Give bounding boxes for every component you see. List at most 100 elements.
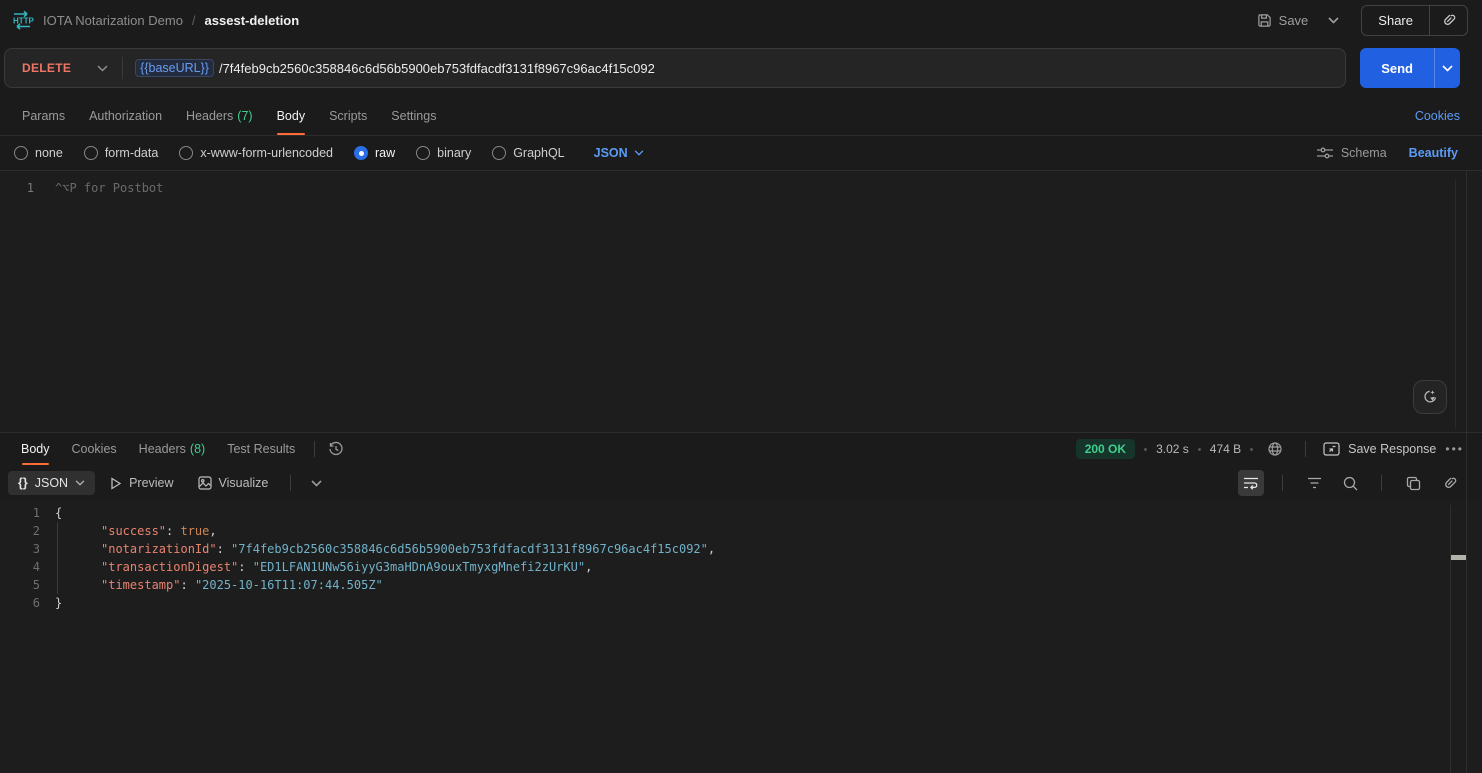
preview-button[interactable]: Preview	[99, 471, 183, 495]
mode-graphql[interactable]: GraphQL	[492, 146, 564, 160]
save-label: Save	[1279, 13, 1309, 28]
response-tab-headers[interactable]: Headers(8)	[128, 433, 217, 465]
search-button[interactable]	[1337, 470, 1363, 496]
tab-authorization[interactable]: Authorization	[77, 96, 174, 135]
url-input[interactable]: {{baseURL}} /7f4feb9cb2560c358846c6d56b5…	[123, 59, 667, 77]
tab-params[interactable]: Params	[10, 96, 77, 135]
mode-x-www-form-urlencoded[interactable]: x-www-form-urlencoded	[179, 146, 333, 160]
mode-form-data[interactable]: form-data	[84, 146, 159, 160]
braces-icon: {}	[18, 476, 28, 490]
active-tab-underline	[277, 133, 306, 135]
response-scrollbar-track	[1450, 505, 1451, 773]
response-code-actions	[1238, 470, 1462, 496]
play-icon	[109, 477, 122, 490]
response-view-switcher: {} JSON Preview Visualize	[8, 470, 329, 496]
code-line-5: 5 "timestamp": "2025-10-16T11:07:44.505Z…	[0, 576, 1482, 594]
send-options-chevron[interactable]	[1434, 48, 1460, 88]
line-number: 6	[0, 594, 40, 612]
copy-button[interactable]	[1400, 470, 1426, 496]
editor-line: 1 ^⌥P for Postbot	[0, 171, 1482, 197]
http-request-icon: HTTP	[10, 10, 34, 30]
request-url-row: DELETE {{baseURL}} /7f4feb9cb2560c358846…	[0, 40, 1482, 96]
mode-binary[interactable]: binary	[416, 146, 471, 160]
link-button[interactable]	[1436, 470, 1462, 496]
postbot-button[interactable]	[1413, 380, 1447, 414]
chevron-down-icon	[75, 480, 85, 486]
code-line-1: 1 {	[0, 504, 1482, 522]
response-tab-cookies[interactable]: Cookies	[61, 433, 128, 465]
copy-icon	[1406, 476, 1421, 491]
mode-raw[interactable]: raw	[354, 146, 395, 160]
top-actions: Save Share	[1249, 5, 1468, 36]
divider	[1381, 475, 1382, 491]
response-tabs: Body Cookies Headers(8) Test Results	[10, 433, 349, 465]
schema-button[interactable]: Schema	[1317, 146, 1387, 160]
headers-count: (7)	[237, 109, 252, 123]
save-response-icon	[1323, 442, 1340, 456]
mode-none[interactable]: none	[14, 146, 63, 160]
save-button[interactable]: Save	[1249, 7, 1317, 34]
response-format-dropdown[interactable]: {} JSON	[8, 471, 95, 495]
request-tabs: Params Authorization Headers(7) Body Scr…	[10, 96, 448, 135]
visualize-button[interactable]: Visualize	[188, 471, 279, 495]
response-scrollbar-thumb[interactable]	[1451, 555, 1466, 560]
copy-link-icon[interactable]	[1430, 6, 1467, 35]
top-bar: HTTP IOTA Notarization Demo / assest-del…	[0, 0, 1482, 40]
response-size[interactable]: 474 B	[1210, 442, 1241, 456]
save-options-chevron[interactable]	[1320, 11, 1347, 30]
request-url-bar: DELETE {{baseURL}} /7f4feb9cb2560c358846…	[4, 48, 1346, 88]
active-tab-underline	[22, 463, 49, 465]
separator-dot	[1250, 448, 1253, 451]
status-badge[interactable]: 200 OK	[1076, 439, 1135, 459]
modes-right-actions: Schema Beautify	[1317, 146, 1458, 160]
method-label: DELETE	[22, 61, 71, 75]
network-globe-button[interactable]	[1262, 436, 1288, 462]
view-options-chevron[interactable]	[303, 470, 329, 496]
divider	[1282, 475, 1283, 491]
response-history-button[interactable]	[323, 436, 349, 462]
response-tab-test-results[interactable]: Test Results	[216, 433, 306, 465]
share-button[interactable]: Share	[1362, 6, 1429, 35]
tab-settings[interactable]: Settings	[379, 96, 448, 135]
chevron-down-icon	[311, 480, 322, 487]
code-line-2: 2 "success": true,	[0, 522, 1482, 540]
filter-button[interactable]	[1301, 470, 1327, 496]
tab-scripts[interactable]: Scripts	[317, 96, 379, 135]
word-wrap-button[interactable]	[1238, 470, 1264, 496]
response-tab-body[interactable]: Body	[10, 433, 61, 465]
divider	[314, 441, 315, 457]
send-button[interactable]: Send	[1360, 48, 1434, 88]
divider	[1305, 441, 1306, 457]
base-url-variable[interactable]: {{baseURL}}	[135, 59, 214, 77]
language-selector[interactable]: JSON	[594, 146, 644, 160]
request-body-editor[interactable]: 1 ^⌥P for Postbot	[0, 170, 1482, 432]
save-response-button[interactable]: Save Response	[1323, 442, 1436, 456]
more-options-button[interactable]: •••	[1445, 442, 1464, 456]
svg-text:HTTP: HTTP	[13, 17, 34, 26]
search-icon	[1343, 476, 1358, 491]
line-number: 3	[0, 540, 40, 558]
save-icon	[1257, 13, 1272, 28]
cookies-link[interactable]: Cookies	[1415, 109, 1460, 123]
beautify-button[interactable]: Beautify	[1409, 146, 1458, 160]
response-meta: 200 OK 3.02 s 474 B Save Response •••	[1076, 436, 1464, 462]
image-icon	[198, 476, 212, 490]
globe-icon	[1267, 441, 1283, 457]
breadcrumb-separator: /	[192, 13, 196, 28]
panel-right-edge	[1466, 170, 1467, 773]
response-body-viewer[interactable]: 1 { 2 "success": true, 3 "notarizationId…	[0, 501, 1482, 773]
paperclip-icon	[1442, 476, 1457, 491]
radio-icon	[84, 146, 98, 160]
postbot-hint-ghost-text: ^⌥P for Postbot	[55, 179, 163, 197]
method-selector[interactable]: DELETE	[5, 61, 122, 75]
tab-headers[interactable]: Headers(7)	[174, 96, 265, 135]
history-clock-icon	[328, 441, 344, 457]
code-line-3: 3 "notarizationId": "7f4feb9cb2560c35884…	[0, 540, 1482, 558]
tab-body[interactable]: Body	[265, 96, 318, 135]
breadcrumb-collection[interactable]: IOTA Notarization Demo	[43, 13, 183, 28]
line-number: 4	[0, 558, 40, 576]
wrap-text-icon	[1243, 476, 1259, 490]
response-time[interactable]: 3.02 s	[1156, 442, 1189, 456]
breadcrumb-request-name[interactable]: assest-deletion	[205, 13, 300, 28]
send-split-button: Send	[1360, 48, 1460, 88]
